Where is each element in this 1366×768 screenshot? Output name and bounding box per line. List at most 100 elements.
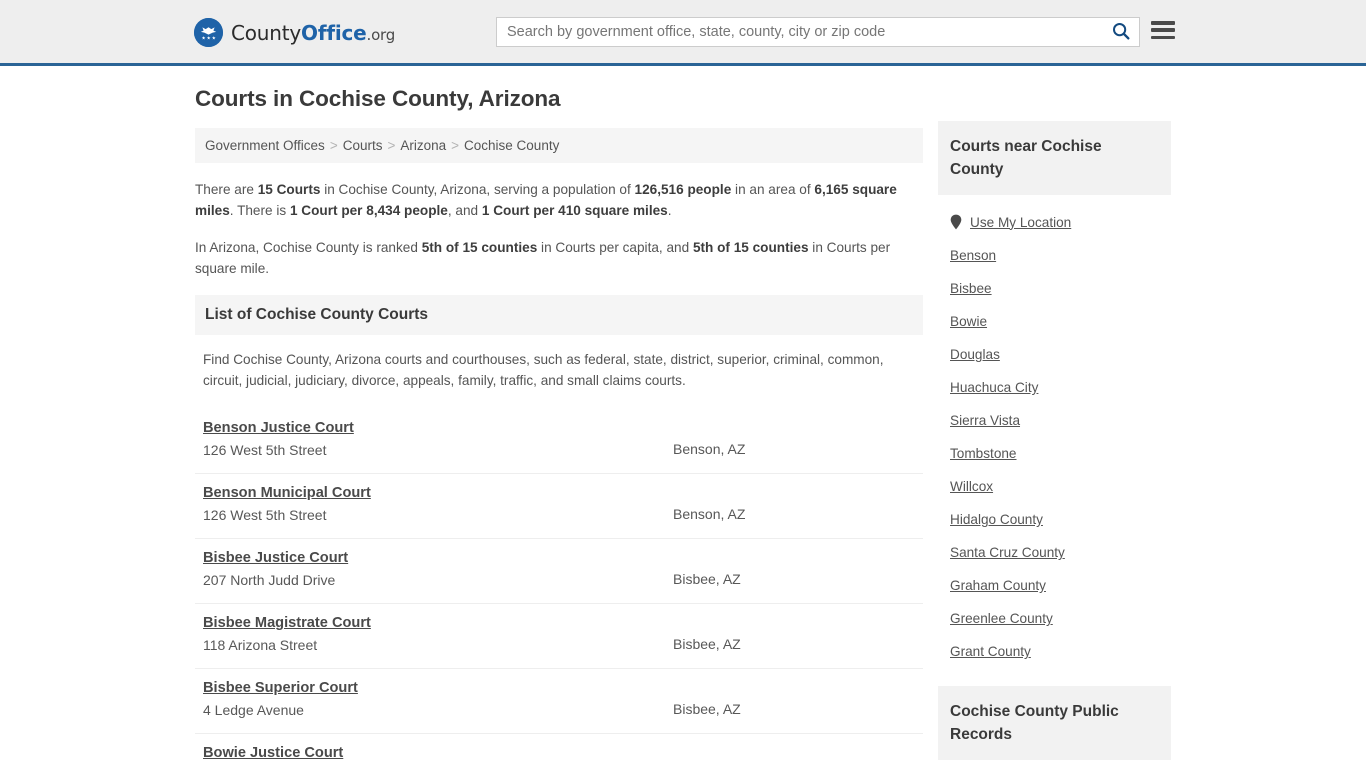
court-address: 207 North Judd Drive	[203, 572, 336, 588]
search-icon	[1112, 22, 1130, 43]
rank-paragraph: In Arizona, Cochise County is ranked 5th…	[195, 237, 923, 279]
breadcrumb-separator: >	[329, 138, 338, 153]
court-city: Bisbee, AZ	[673, 571, 741, 587]
map-pin-icon	[950, 214, 962, 230]
breadcrumb-item-arizona[interactable]: Arizona	[400, 138, 446, 153]
rank-text: in Courts per capita, and	[537, 240, 693, 255]
court-name-cell: Bisbee Magistrate Court 118 Arizona Stre…	[195, 603, 665, 669]
intro-section: There are 15 Courts in Cochise County, A…	[195, 179, 923, 279]
court-name-link[interactable]: Bisbee Superior Court	[203, 680, 358, 696]
sidebar-link[interactable]: Douglas	[950, 347, 1000, 362]
sidebar-item-willcox[interactable]: Willcox	[950, 470, 1159, 503]
court-city: Benson, AZ	[673, 506, 746, 522]
table-row: Bisbee Magistrate Court 118 Arizona Stre…	[195, 603, 923, 669]
rank-per-capita: 5th of 15 counties	[421, 240, 538, 255]
stats-population: 126,516 people	[634, 182, 732, 197]
search-button[interactable]	[1103, 18, 1139, 46]
site-logo-text: CountyOffice.org	[231, 21, 395, 45]
stats-text: .	[667, 203, 672, 218]
brand-part-one: County	[231, 20, 302, 45]
sidebar-item-bowie[interactable]: Bowie	[950, 305, 1159, 338]
breadcrumb-item-cochise-county[interactable]: Cochise County	[464, 138, 559, 153]
table-row: Bisbee Justice Court 207 North Judd Driv…	[195, 538, 923, 604]
sidebar: Courts near Cochise County Use My Locati…	[938, 121, 1171, 760]
page-title: Courts in Cochise County, Arizona	[195, 86, 561, 111]
court-list-description: Find Cochise County, Arizona courts and …	[203, 352, 884, 388]
stats-text: . There is	[229, 203, 290, 218]
court-list-heading: List of Cochise County Courts	[195, 295, 923, 335]
court-city-cell: Benson, AZ	[665, 473, 923, 539]
court-address: 126 West 5th Street	[203, 507, 327, 523]
sidebar-item-grant-county[interactable]: Grant County	[950, 635, 1159, 668]
sidebar-item-greenlee-county[interactable]: Greenlee County	[950, 602, 1159, 635]
sidebar-link[interactable]: Graham County	[950, 578, 1046, 593]
brand-part-two: Office	[301, 20, 367, 45]
hamburger-bar	[1151, 28, 1175, 32]
court-city: Bisbee, AZ	[673, 701, 741, 717]
court-city: Benson, AZ	[673, 441, 746, 457]
court-list-body: Benson Justice Court 126 West 5th Street…	[195, 409, 923, 768]
sidebar-item-sierra-vista[interactable]: Sierra Vista	[950, 404, 1159, 437]
sidebar-link[interactable]: Santa Cruz County	[950, 545, 1065, 560]
sidebar-item-hidalgo-county[interactable]: Hidalgo County	[950, 503, 1159, 536]
court-address: 118 Arizona Street	[203, 637, 318, 653]
sidebar-item-benson[interactable]: Benson	[950, 239, 1159, 272]
site-logo-link[interactable]: CountyOffice.org	[194, 18, 395, 47]
rank-per-square-mile: 5th of 15 counties	[692, 240, 809, 255]
court-name-link[interactable]: Bisbee Justice Court	[203, 550, 348, 566]
sidebar-nearby-links: Use My Location Benson Bisbee Bowie Doug…	[938, 195, 1171, 668]
sidebar-link[interactable]: Huachuca City	[950, 380, 1038, 395]
sidebar-nearby-heading: Courts near Cochise County	[938, 121, 1171, 195]
use-my-location-row[interactable]: Use My Location	[950, 201, 1159, 239]
hamburger-bar	[1151, 35, 1175, 39]
sidebar-item-tombstone[interactable]: Tombstone	[950, 437, 1159, 470]
sidebar-link[interactable]: Tombstone	[950, 446, 1017, 461]
breadcrumb-item-government-offices[interactable]: Government Offices	[205, 138, 325, 153]
eagle-seal-icon	[194, 18, 223, 47]
sidebar-link[interactable]: Bowie	[950, 314, 987, 329]
hamburger-menu-icon[interactable]	[1151, 20, 1175, 40]
stats-per-capita: 1 Court per 8,434 people	[289, 203, 448, 218]
court-city-cell: Bisbee, AZ	[665, 538, 923, 604]
stats-per-area: 1 Court per 410 square miles	[481, 203, 668, 218]
sidebar-item-graham-county[interactable]: Graham County	[950, 569, 1159, 602]
court-name-link[interactable]: Benson Municipal Court	[203, 485, 371, 501]
site-header: CountyOffice.org	[0, 0, 1366, 66]
sidebar-link[interactable]: Benson	[950, 248, 996, 263]
stats-text: , and	[447, 203, 482, 218]
court-city-cell: Bisbee, AZ	[665, 603, 923, 669]
breadcrumb-item-courts[interactable]: Courts	[343, 138, 383, 153]
use-my-location-link[interactable]: Use My Location	[970, 215, 1071, 230]
brand-tld: .org	[366, 25, 396, 44]
sidebar-link[interactable]: Bisbee	[950, 281, 992, 296]
court-name-link[interactable]: Bowie Justice Court	[203, 745, 343, 761]
sidebar-item-santa-cruz-county[interactable]: Santa Cruz County	[950, 536, 1159, 569]
table-row: Benson Municipal Court 126 West 5th Stre…	[195, 473, 923, 539]
sidebar-link[interactable]: Grant County	[950, 644, 1031, 659]
court-list-table: Benson Justice Court 126 West 5th Street…	[195, 409, 923, 768]
court-address: 4 Ledge Avenue	[203, 702, 304, 718]
main-content: Courts in Cochise County, Arizona Govern…	[195, 86, 923, 768]
search-input[interactable]	[497, 18, 1103, 46]
breadcrumb: Government Offices > Courts > Arizona > Cochis…	[195, 128, 923, 163]
sidebar-item-huachuca-city[interactable]: Huachuca City	[950, 371, 1159, 404]
search-bar[interactable]	[496, 17, 1140, 47]
court-city-cell: Bowie, AZ	[665, 733, 923, 768]
stats-text: in an area of	[731, 182, 815, 197]
sidebar-link[interactable]: Hidalgo County	[950, 512, 1043, 527]
sidebar-link[interactable]: Greenlee County	[950, 611, 1053, 626]
court-city-cell: Bisbee, AZ	[665, 668, 923, 734]
stats-text: There are	[195, 182, 258, 197]
stats-text: in Cochise County, Arizona, serving a po…	[320, 182, 635, 197]
court-name-link[interactable]: Benson Justice Court	[203, 420, 354, 436]
court-name-cell: Benson Justice Court 126 West 5th Street	[195, 409, 665, 474]
court-city-cell: Benson, AZ	[665, 409, 923, 474]
court-name-cell: Benson Municipal Court 126 West 5th Stre…	[195, 473, 665, 539]
table-row: Benson Justice Court 126 West 5th Street…	[195, 409, 923, 474]
breadcrumb-separator: >	[387, 138, 396, 153]
sidebar-link[interactable]: Sierra Vista	[950, 413, 1020, 428]
court-name-link[interactable]: Bisbee Magistrate Court	[203, 615, 371, 631]
sidebar-item-douglas[interactable]: Douglas	[950, 338, 1159, 371]
sidebar-item-bisbee[interactable]: Bisbee	[950, 272, 1159, 305]
sidebar-link[interactable]: Willcox	[950, 479, 993, 494]
